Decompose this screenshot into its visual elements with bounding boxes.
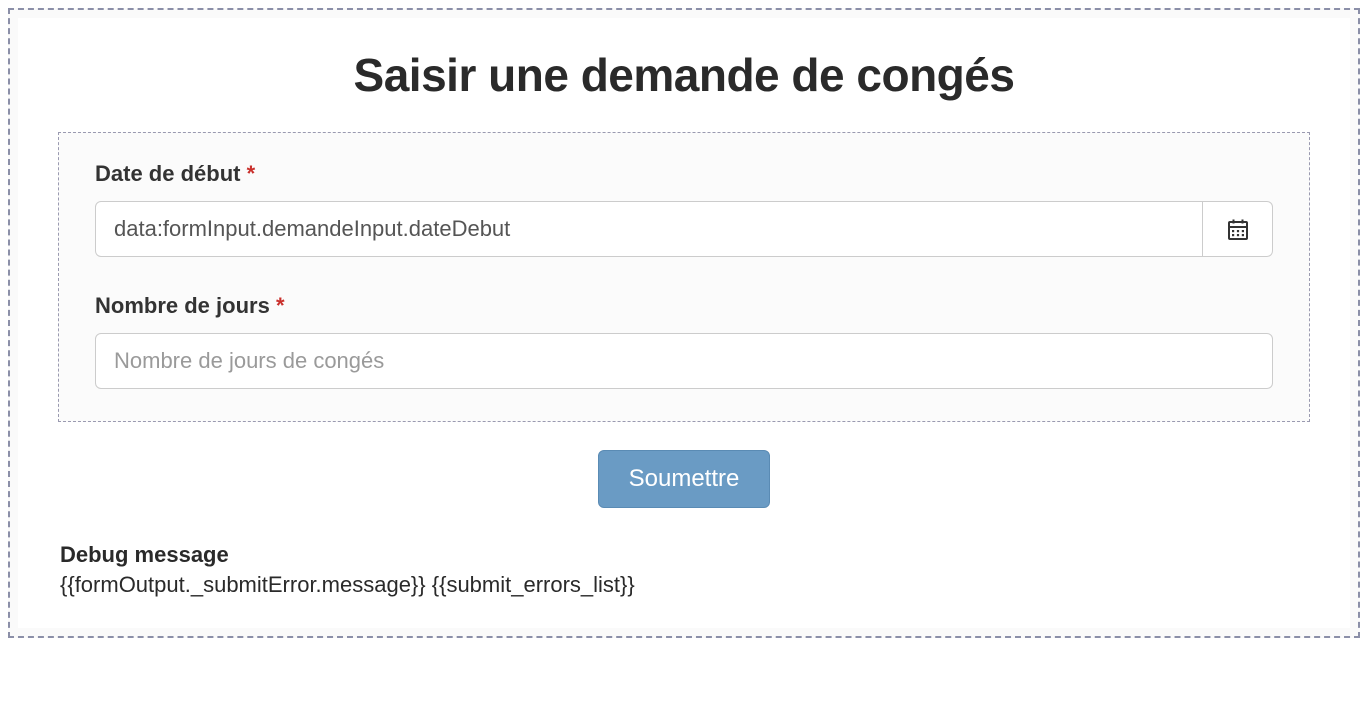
- nombre-jours-label-text: Nombre de jours: [95, 293, 270, 318]
- debug-body: {{formOutput._submitError.message}} {{su…: [60, 572, 1308, 598]
- nombre-jours-input[interactable]: [95, 333, 1273, 389]
- field-nombre-jours: Nombre de jours *: [95, 293, 1273, 389]
- form-section: Date de début *: [58, 132, 1310, 422]
- date-debut-input[interactable]: [95, 201, 1203, 257]
- debug-label: Debug message: [60, 542, 1308, 568]
- page-title: Saisir une demande de congés: [58, 48, 1310, 102]
- form-card: Saisir une demande de congés Date de déb…: [18, 18, 1350, 628]
- required-asterisk: *: [276, 293, 285, 318]
- date-debut-input-row: [95, 201, 1273, 257]
- submit-row: Soumettre: [58, 450, 1310, 508]
- required-asterisk: *: [247, 161, 256, 186]
- debug-section: Debug message {{formOutput._submitError.…: [58, 542, 1310, 598]
- calendar-icon: [1226, 217, 1250, 241]
- submit-button[interactable]: Soumettre: [598, 450, 771, 508]
- nombre-jours-input-row: [95, 333, 1273, 389]
- outer-container: Saisir une demande de congés Date de déb…: [8, 8, 1360, 638]
- date-debut-label: Date de début *: [95, 161, 1273, 187]
- nombre-jours-label: Nombre de jours *: [95, 293, 1273, 319]
- date-debut-label-text: Date de début: [95, 161, 240, 186]
- field-date-debut: Date de début *: [95, 161, 1273, 257]
- date-debut-calendar-button[interactable]: [1203, 201, 1273, 257]
